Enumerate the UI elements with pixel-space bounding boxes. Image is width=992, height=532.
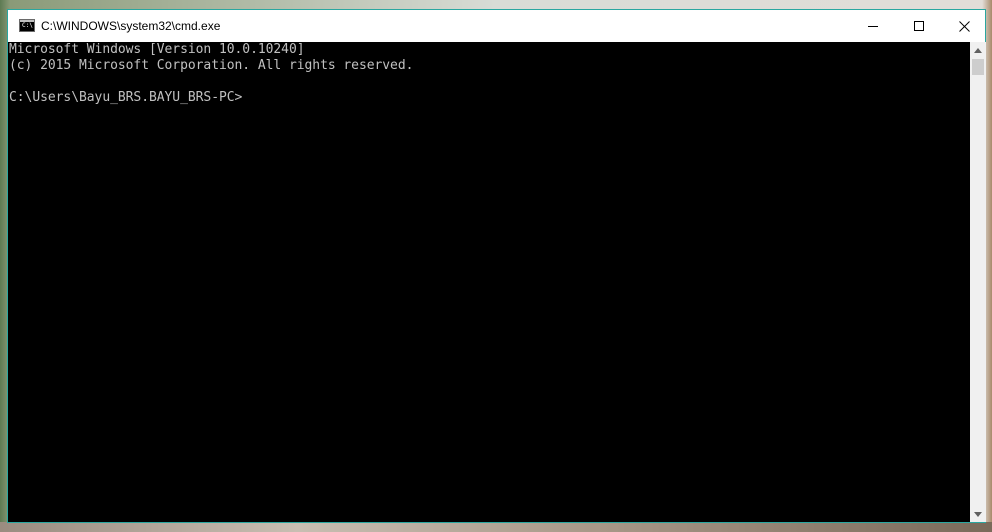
close-icon <box>958 20 970 32</box>
maximize-icon <box>914 21 924 31</box>
scroll-down-arrow-icon <box>974 511 982 517</box>
scroll-up-button[interactable] <box>970 42 986 58</box>
close-button[interactable] <box>941 10 987 42</box>
desktop-wallpaper <box>0 522 992 532</box>
maximize-button[interactable] <box>896 10 942 42</box>
console-output[interactable]: Microsoft Windows [Version 10.0.10240] (… <box>8 42 970 522</box>
window-title: C:\WINDOWS\system32\cmd.exe <box>41 19 221 33</box>
console-line: (c) 2015 Microsoft Corporation. All righ… <box>9 58 414 73</box>
minimize-button[interactable] <box>850 10 896 42</box>
minimize-icon <box>868 26 878 27</box>
scroll-up-arrow-icon <box>974 47 982 53</box>
scroll-thumb[interactable] <box>972 59 984 75</box>
console-line: Microsoft Windows [Version 10.0.10240] <box>9 42 305 57</box>
console-line <box>8 74 970 90</box>
title-bar[interactable]: C:\ C:\WINDOWS\system32\cmd.exe <box>8 10 985 42</box>
vertical-scrollbar[interactable] <box>970 42 986 522</box>
command-prompt[interactable]: C:\Users\Bayu_BRS.BAYU_BRS-PC> <box>8 90 970 106</box>
console-icon[interactable]: C:\ <box>19 19 35 32</box>
scroll-down-button[interactable] <box>970 506 986 522</box>
cmd-window[interactable]: C:\ C:\WINDOWS\system32\cmd.exe Microsof… <box>7 9 986 523</box>
